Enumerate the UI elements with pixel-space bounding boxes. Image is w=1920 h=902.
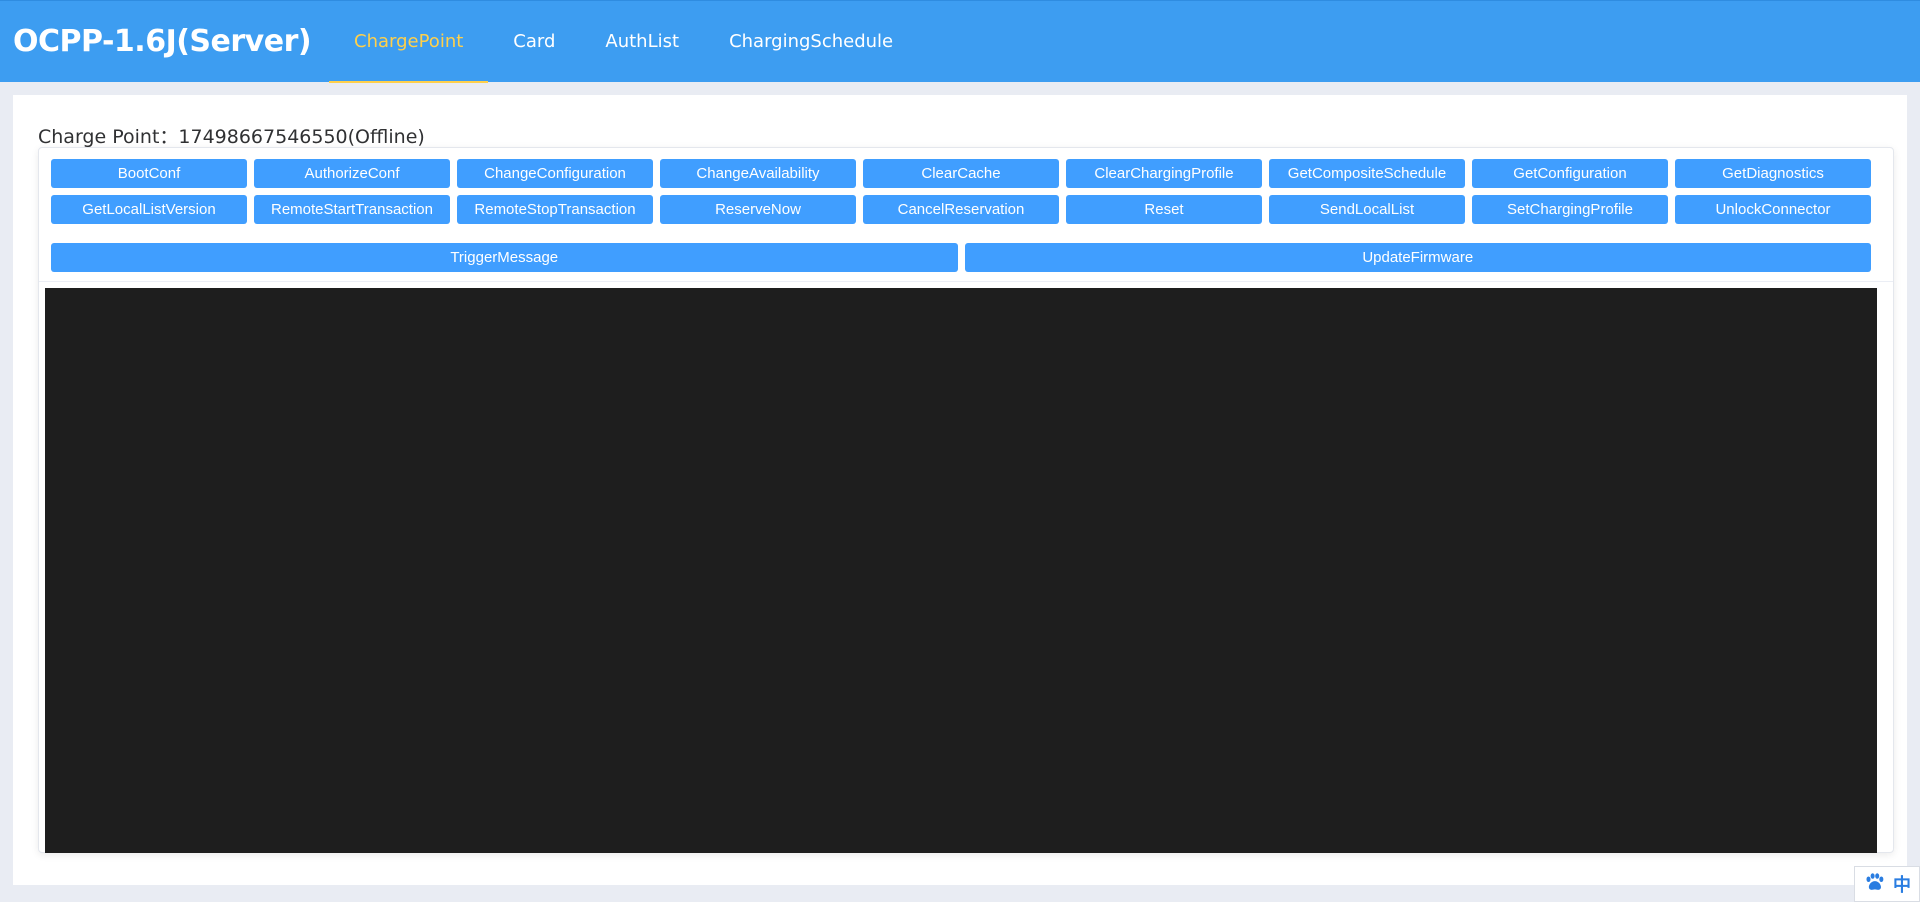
authorizeconf-button[interactable]: AuthorizeConf [254, 159, 450, 188]
ime-toolbar[interactable]: 中 [1854, 866, 1920, 902]
remotestoptransaction-button[interactable]: RemoteStopTransaction [457, 195, 653, 224]
tab-chargingschedule[interactable]: ChargingSchedule [704, 1, 918, 83]
tab-authlist[interactable]: AuthList [580, 1, 704, 83]
updatefirmware-button[interactable]: UpdateFirmware [964, 243, 1871, 272]
app-title: OCPP-1.6J(Server) [13, 24, 312, 59]
remotestarttransaction-button[interactable]: RemoteStartTransaction [254, 195, 450, 224]
tab-card[interactable]: Card [488, 1, 580, 83]
panel-divider [39, 281, 1893, 282]
sendlocallist-button[interactable]: SendLocalList [1269, 195, 1465, 224]
paw-icon[interactable] [1863, 871, 1885, 898]
getconfiguration-button[interactable]: GetConfiguration [1472, 159, 1668, 188]
top-header: OCPP-1.6J(Server) ChargePoint Card AuthL… [0, 0, 1920, 83]
tab-chargepoint[interactable]: ChargePoint [329, 1, 489, 83]
getlocallistversion-button[interactable]: GetLocalListVersion [51, 195, 247, 224]
getdiagnostics-button[interactable]: GetDiagnostics [1675, 159, 1871, 188]
getcompositeschedule-button[interactable]: GetCompositeSchedule [1269, 159, 1465, 188]
main-card: Charge Point：17498667546550(Offline) Boo… [13, 95, 1907, 885]
clearchargingprofile-button[interactable]: ClearChargingProfile [1066, 159, 1262, 188]
unlockconnector-button[interactable]: UnlockConnector [1675, 195, 1871, 224]
reset-button[interactable]: Reset [1066, 195, 1262, 224]
clearcache-button[interactable]: ClearCache [863, 159, 1059, 188]
bootconf-button[interactable]: BootConf [51, 159, 247, 188]
changeavailability-button[interactable]: ChangeAvailability [660, 159, 856, 188]
command-button-grid: BootConf AuthorizeConf ChangeConfigurati… [51, 159, 1871, 224]
charge-point-title: Charge Point：17498667546550(Offline) [38, 126, 425, 148]
cancelreservation-button[interactable]: CancelReservation [863, 195, 1059, 224]
changeconfiguration-button[interactable]: ChangeConfiguration [457, 159, 653, 188]
ime-language-toggle[interactable]: 中 [1893, 871, 1911, 897]
command-panel: BootConf AuthorizeConf ChangeConfigurati… [38, 147, 1894, 853]
log-console[interactable] [45, 288, 1877, 853]
main-nav: ChargePoint Card AuthList ChargingSchedu… [329, 1, 918, 83]
triggermessage-button[interactable]: TriggerMessage [51, 243, 958, 272]
reservenow-button[interactable]: ReserveNow [660, 195, 856, 224]
command-button-row-wide: TriggerMessage UpdateFirmware [51, 243, 1871, 272]
setchargingprofile-button[interactable]: SetChargingProfile [1472, 195, 1668, 224]
